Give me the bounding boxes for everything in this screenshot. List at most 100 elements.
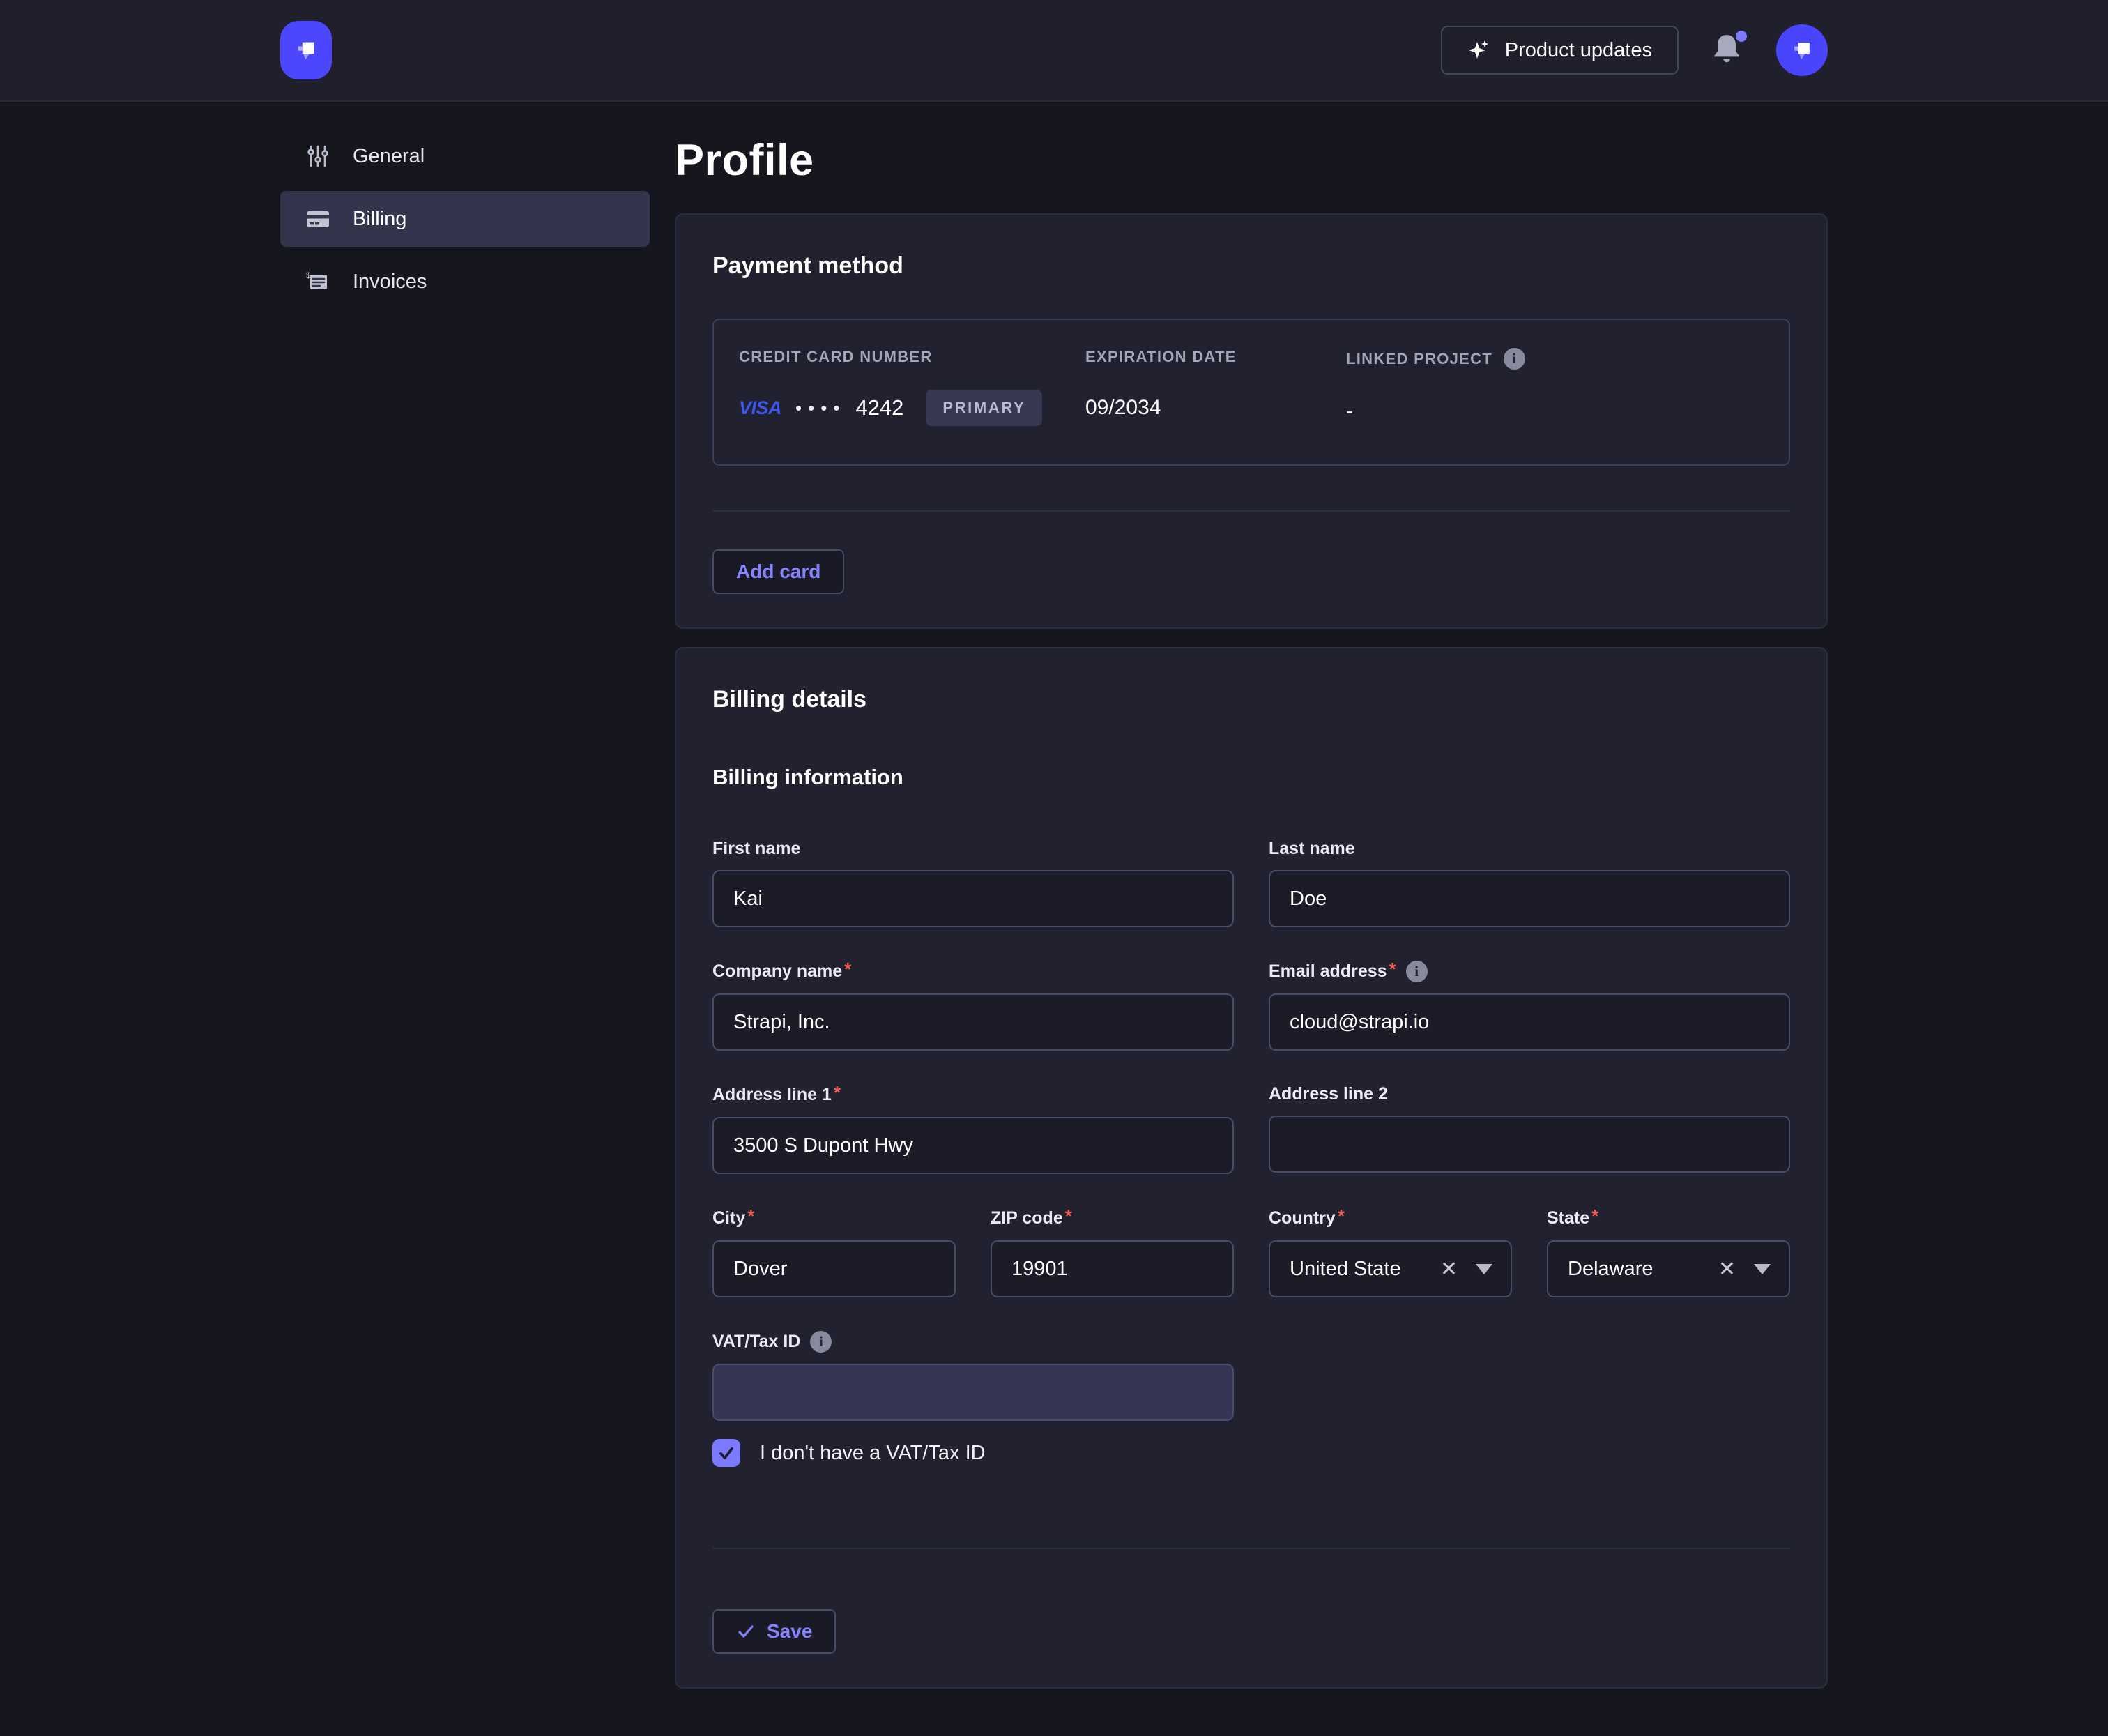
state-select[interactable]: Delaware ✕ xyxy=(1547,1240,1790,1297)
vat-info-icon[interactable]: i xyxy=(810,1331,832,1353)
required-marker: * xyxy=(834,1082,841,1104)
masked-digits: •••• xyxy=(795,397,846,419)
address-line-1-label-text: Address line 1 xyxy=(712,1085,832,1105)
address-line-1-label: Address line 1* xyxy=(712,1084,1234,1106)
company-name-label-text: Company name xyxy=(712,961,842,982)
credit-card-number-value: VISA •••• 4242 PRIMARY xyxy=(739,390,1085,426)
sidebar-item-billing[interactable]: Billing xyxy=(280,191,650,247)
expiration-value: 09/2034 xyxy=(1085,390,1346,426)
sidebar-item-label: Billing xyxy=(353,208,406,231)
vat-field: VAT/Tax ID i xyxy=(712,1331,1234,1421)
user-avatar[interactable] xyxy=(1776,24,1828,76)
strapi-logo[interactable] xyxy=(280,21,332,79)
top-bar: Product updates xyxy=(0,0,2108,102)
state-value: Delaware xyxy=(1568,1258,1718,1281)
credit-card-number-header: CREDIT CARD NUMBER xyxy=(739,348,1085,366)
address-line-2-label: Address line 2 xyxy=(1269,1084,1790,1104)
required-marker: * xyxy=(1338,1205,1345,1227)
vat-input[interactable] xyxy=(712,1364,1234,1421)
country-caret-icon[interactable] xyxy=(1476,1264,1492,1274)
billing-details-card: Billing details Billing information Firs… xyxy=(675,647,1828,1689)
primary-badge: PRIMARY xyxy=(926,390,1042,426)
check-icon xyxy=(716,1442,737,1463)
sidebar-item-label: General xyxy=(353,145,425,168)
zip-code-input[interactable] xyxy=(991,1240,1234,1297)
zip-code-label: ZIP code* xyxy=(991,1208,1234,1229)
address-line-1-field: Address line 1* xyxy=(712,1084,1234,1174)
credit-card-row: CREDIT CARD NUMBER VISA •••• 4242 PRIMAR… xyxy=(712,319,1790,466)
expiration-column: EXPIRATION DATE 09/2034 xyxy=(1085,348,1346,429)
first-name-field: First name xyxy=(712,839,1234,927)
product-updates-label: Product updates xyxy=(1505,39,1652,62)
sidebar-item-invoices[interactable]: $ Invoices xyxy=(280,254,650,310)
linked-project-header: LINKED PROJECT i xyxy=(1346,348,1764,370)
first-name-input[interactable] xyxy=(712,870,1234,927)
last-name-field: Last name xyxy=(1269,839,1790,927)
state-label: State* xyxy=(1547,1208,1790,1229)
save-button[interactable]: Save xyxy=(712,1609,836,1654)
app-root: Product updates xyxy=(0,0,2108,1736)
vat-checkbox-label[interactable]: I don't have a VAT/Tax ID xyxy=(760,1442,986,1465)
add-card-button[interactable]: Add card xyxy=(712,549,844,594)
country-clear-icon[interactable]: ✕ xyxy=(1440,1257,1458,1281)
form-divider xyxy=(712,1548,1790,1549)
country-field: Country* United State ✕ xyxy=(1269,1208,1512,1297)
zip-code-field: ZIP code* xyxy=(991,1208,1234,1297)
company-name-field: Company name* xyxy=(712,961,1234,1051)
save-check-icon xyxy=(736,1622,756,1641)
email-address-input[interactable] xyxy=(1269,993,1790,1051)
main-content: Profile Payment method CREDIT CARD NUMBE… xyxy=(675,128,1828,1689)
email-info-icon[interactable]: i xyxy=(1406,961,1428,982)
linked-project-info-icon[interactable]: i xyxy=(1504,348,1525,370)
last-name-label-text: Last name xyxy=(1269,839,1355,859)
linked-project-header-text: LINKED PROJECT xyxy=(1346,350,1492,368)
notification-dot xyxy=(1736,31,1747,42)
credit-card-number-column: CREDIT CARD NUMBER VISA •••• 4242 PRIMAR… xyxy=(739,348,1085,429)
city-label: City* xyxy=(712,1208,956,1229)
sidebar-item-general[interactable]: General xyxy=(280,128,650,184)
country-select[interactable]: United State ✕ xyxy=(1269,1240,1512,1297)
notifications-button[interactable] xyxy=(1711,32,1744,68)
email-address-label-text: Email address xyxy=(1269,961,1387,982)
page-title: Profile xyxy=(675,135,1828,185)
content-container: General Billing $ Invo xyxy=(280,102,1828,1689)
company-name-label: Company name* xyxy=(712,961,1234,982)
last-name-input[interactable] xyxy=(1269,870,1790,927)
address-line-2-field: Address line 2 xyxy=(1269,1084,1790,1174)
invoice-icon: $ xyxy=(304,268,332,296)
email-address-field: Email address* i xyxy=(1269,961,1790,1051)
city-input[interactable] xyxy=(712,1240,956,1297)
address-line-1-input[interactable] xyxy=(712,1117,1234,1174)
card-last4: 4242 xyxy=(855,395,903,420)
state-label-text: State xyxy=(1547,1208,1589,1228)
address-line-2-input[interactable] xyxy=(1269,1116,1790,1173)
billing-information-title: Billing information xyxy=(712,765,1790,790)
payment-method-title: Payment method xyxy=(712,252,1790,280)
strapi-logo-icon xyxy=(291,36,321,65)
state-field: State* Delaware ✕ xyxy=(1547,1208,1790,1297)
state-caret-icon[interactable] xyxy=(1754,1264,1771,1274)
settings-sidebar: General Billing $ Invo xyxy=(280,128,650,1689)
linked-project-value: - xyxy=(1346,393,1764,429)
linked-project-column: LINKED PROJECT i - xyxy=(1346,348,1764,429)
zip-code-label-text: ZIP code xyxy=(991,1208,1063,1228)
visa-logo: VISA xyxy=(739,397,781,419)
required-marker: * xyxy=(1389,959,1396,980)
vat-checkbox[interactable] xyxy=(712,1439,740,1467)
header-actions: Product updates xyxy=(1441,24,1828,76)
expiration-header: EXPIRATION DATE xyxy=(1085,348,1346,366)
product-updates-button[interactable]: Product updates xyxy=(1441,26,1679,75)
company-name-input[interactable] xyxy=(712,993,1234,1051)
required-marker: * xyxy=(1065,1205,1072,1227)
country-value: United State xyxy=(1290,1258,1440,1281)
required-marker: * xyxy=(747,1205,754,1227)
address-line-2-label-text: Address line 2 xyxy=(1269,1084,1388,1104)
country-label: Country* xyxy=(1269,1208,1512,1229)
last-name-label: Last name xyxy=(1269,839,1790,859)
country-label-text: Country xyxy=(1269,1208,1336,1228)
first-name-label-text: First name xyxy=(712,839,800,859)
city-field: City* xyxy=(712,1208,956,1297)
avatar-logo-icon xyxy=(1788,36,1816,64)
state-clear-icon[interactable]: ✕ xyxy=(1718,1257,1736,1281)
required-marker: * xyxy=(1591,1205,1598,1227)
